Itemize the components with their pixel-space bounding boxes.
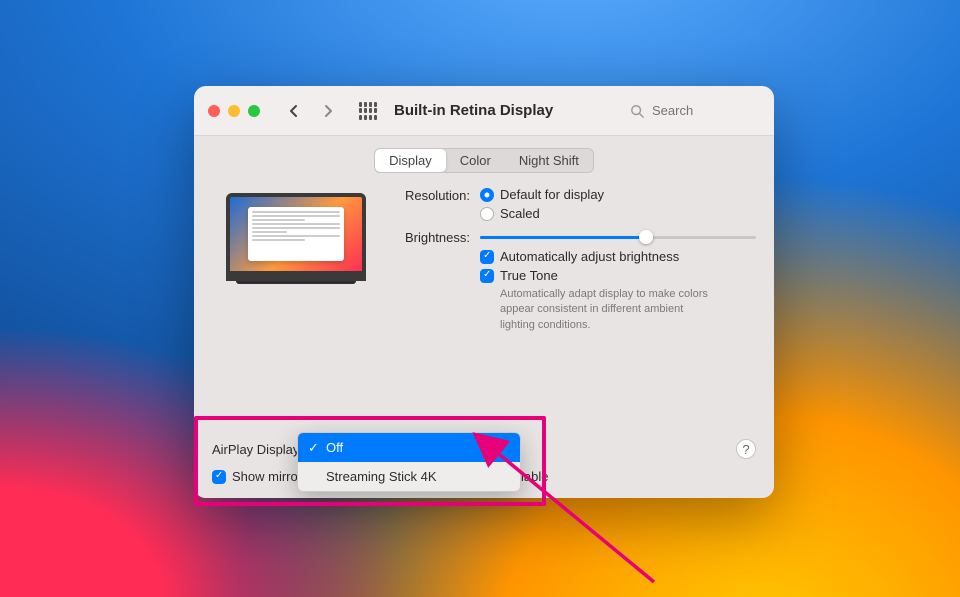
radio-icon <box>480 188 494 202</box>
resolution-scaled-radio[interactable]: Scaled <box>480 206 756 221</box>
tab-night-shift[interactable]: Night Shift <box>505 149 593 172</box>
radio-icon <box>480 207 494 221</box>
checkbox-icon <box>212 470 226 484</box>
help-icon: ? <box>742 442 749 457</box>
checkbox-label: True Tone <box>500 268 558 283</box>
brightness-slider[interactable] <box>480 229 756 245</box>
airplay-display-label: AirPlay Display: <box>212 442 303 457</box>
radio-label: Default for display <box>500 187 604 202</box>
dropdown-item-off[interactable]: Off <box>298 433 520 462</box>
true-tone-checkbox[interactable]: True Tone <box>480 268 756 283</box>
airplay-display-dropdown[interactable]: Off Streaming Stick 4K <box>297 432 521 492</box>
tab-segmented-control: Display Color Night Shift <box>374 148 594 173</box>
back-button[interactable] <box>282 99 306 123</box>
brightness-label: Brightness: <box>390 229 470 245</box>
help-button[interactable]: ? <box>736 439 756 459</box>
minimize-icon[interactable] <box>228 105 240 117</box>
close-icon[interactable] <box>208 105 220 117</box>
checkbox-label: Automatically adjust brightness <box>500 249 679 264</box>
show-all-button[interactable] <box>356 99 380 123</box>
resolution-default-radio[interactable]: Default for display <box>480 187 756 202</box>
window-traffic-lights <box>208 105 260 117</box>
window-title: Built-in Retina Display <box>394 102 553 119</box>
dropdown-item-device[interactable]: Streaming Stick 4K <box>298 462 520 491</box>
forward-button[interactable] <box>316 99 340 123</box>
checkbox-icon <box>480 269 494 283</box>
search-input[interactable] <box>650 102 750 119</box>
auto-brightness-checkbox[interactable]: Automatically adjust brightness <box>480 249 756 264</box>
search-field[interactable] <box>630 102 760 119</box>
true-tone-description: Automatically adapt display to make colo… <box>500 287 720 333</box>
fullscreen-icon[interactable] <box>248 105 260 117</box>
tab-color[interactable]: Color <box>446 149 505 172</box>
radio-label: Scaled <box>500 206 540 221</box>
window-toolbar: Built-in Retina Display <box>194 86 774 136</box>
tab-display[interactable]: Display <box>375 149 446 172</box>
grid-icon <box>359 102 377 120</box>
resolution-label: Resolution: <box>390 187 470 203</box>
checkbox-icon <box>480 250 494 264</box>
display-thumbnail <box>226 193 366 293</box>
search-icon <box>630 104 644 118</box>
